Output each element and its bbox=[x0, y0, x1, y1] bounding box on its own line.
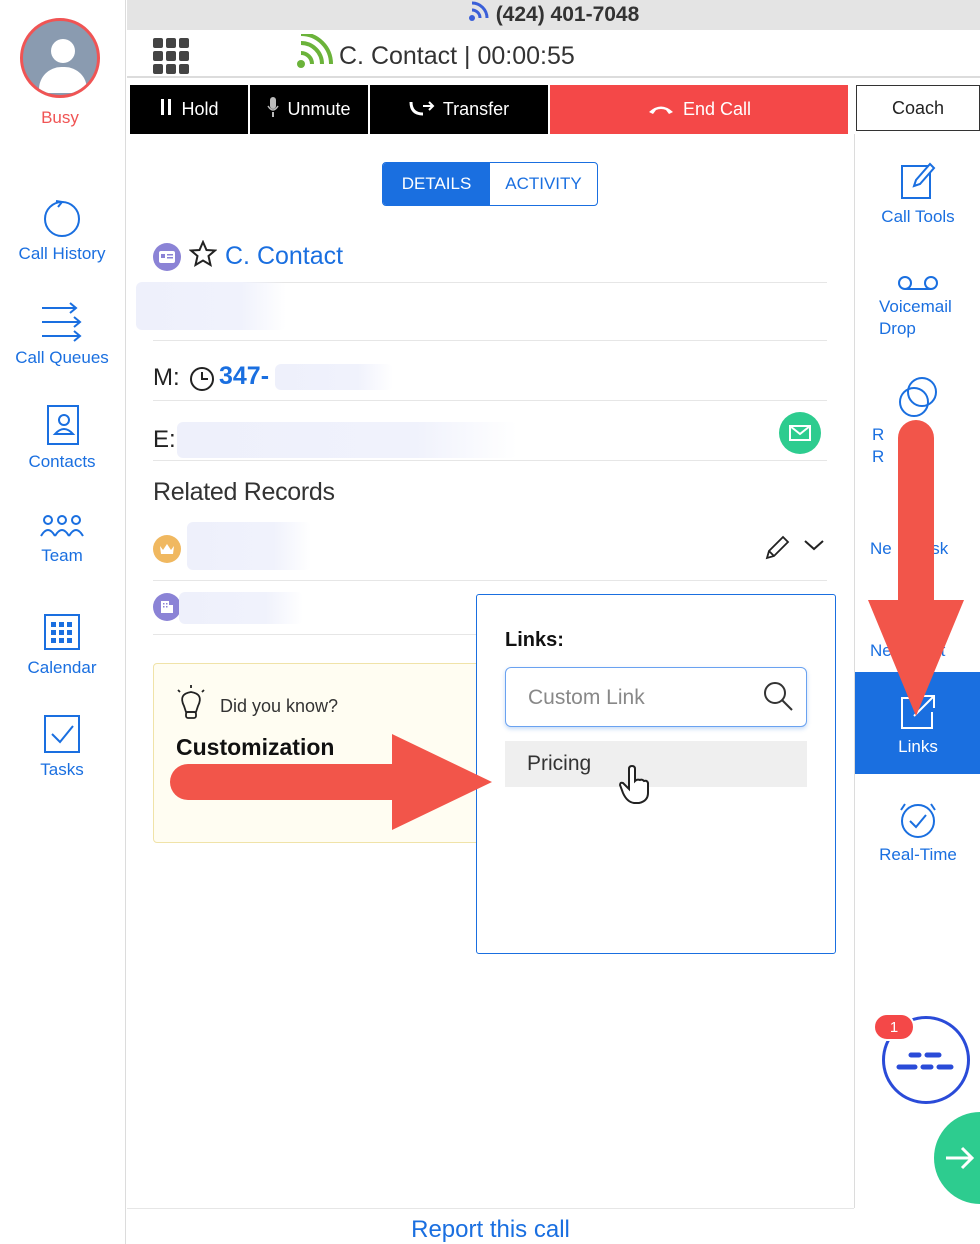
lightbulb-icon bbox=[174, 684, 208, 729]
contact-card-icon bbox=[153, 242, 181, 271]
transfer-button[interactable]: Transfer bbox=[370, 85, 548, 134]
nav-call-queues[interactable]: Call Queues bbox=[0, 300, 124, 368]
nav-calendar[interactable]: Calendar bbox=[0, 610, 124, 678]
clock-icon bbox=[189, 366, 215, 397]
call-title-bar: C. Contact | 00:00:55 bbox=[127, 30, 980, 78]
contact-name[interactable]: C. Contact bbox=[225, 242, 343, 271]
call-title-text: C. Contact | 00:00:55 bbox=[339, 42, 575, 70]
queues-icon bbox=[42, 302, 82, 342]
microphone-icon bbox=[267, 96, 280, 123]
new-event-button[interactable]: Ne ent bbox=[855, 640, 980, 662]
hangup-icon bbox=[647, 99, 675, 120]
edit-icon bbox=[901, 162, 936, 199]
call-tools-button[interactable]: Call Tools bbox=[855, 160, 980, 228]
account-icon bbox=[153, 593, 181, 621]
custom-link-search bbox=[505, 667, 807, 727]
team-icon bbox=[40, 515, 84, 537]
new-event-label: Ne ent bbox=[870, 641, 946, 660]
unmute-label: Unmute bbox=[287, 99, 351, 119]
tip-card: Did you know? Customization bbox=[153, 663, 483, 843]
hold-label: Hold bbox=[181, 99, 219, 119]
call-title: C. Contact | 00:00:55 bbox=[295, 32, 575, 71]
end-call-label: End Call bbox=[682, 99, 752, 119]
arrow-right-icon bbox=[946, 1146, 975, 1170]
links-label: Links bbox=[898, 737, 938, 756]
nav-tasks[interactable]: Tasks bbox=[0, 712, 124, 780]
nav-label: Calendar bbox=[27, 658, 97, 677]
redacted-email bbox=[177, 422, 517, 458]
user-status: Busy bbox=[41, 108, 79, 127]
unmute-button[interactable]: Unmute bbox=[250, 85, 368, 134]
voicemail-icon bbox=[898, 276, 938, 290]
tab-activity[interactable]: ACTIVITY bbox=[490, 163, 597, 205]
hold-button[interactable]: Hold bbox=[130, 85, 248, 134]
redacted-phone bbox=[275, 364, 393, 390]
nav-contacts[interactable]: Contacts bbox=[0, 404, 124, 472]
tip-question: Did you know? bbox=[220, 696, 339, 716]
related-records-icon bbox=[899, 377, 937, 417]
nav-label: Call History bbox=[18, 244, 106, 263]
voicemail-drop-label: Voicemail Drop bbox=[879, 297, 952, 338]
dialpad-icon[interactable] bbox=[153, 38, 189, 74]
envelope-icon bbox=[789, 425, 811, 441]
notification-badge: 1 bbox=[873, 1013, 915, 1041]
tasks-icon bbox=[44, 715, 80, 753]
related-records-label: Red Rds bbox=[872, 425, 926, 466]
email-label: E: bbox=[153, 426, 176, 453]
call-tools-label: Call Tools bbox=[881, 207, 955, 226]
nav-label: Contacts bbox=[28, 452, 96, 471]
detail-tabs: DETAILS ACTIVITY bbox=[382, 162, 598, 206]
contacts-icon bbox=[47, 405, 79, 445]
links-popup-title: Links: bbox=[505, 629, 564, 651]
opportunity-icon bbox=[153, 535, 181, 563]
caller-number-bar: (424) 401-7048 bbox=[127, 0, 980, 30]
end-call-button[interactable]: End Call bbox=[550, 85, 848, 134]
history-icon bbox=[44, 200, 80, 237]
external-link-icon bbox=[901, 695, 935, 729]
tab-details[interactable]: DETAILS bbox=[383, 163, 490, 205]
voicemail-drop-button[interactable]: Voicemail Drop bbox=[855, 274, 980, 340]
links-button[interactable]: Links bbox=[855, 672, 980, 774]
pencil-icon[interactable] bbox=[763, 534, 791, 567]
redacted-record bbox=[187, 522, 311, 570]
real-time-button[interactable]: Real-Time bbox=[855, 800, 980, 866]
custom-link-input[interactable] bbox=[528, 680, 758, 716]
assistant-button[interactable]: 1 bbox=[873, 1013, 970, 1104]
nav-team[interactable]: Team bbox=[0, 514, 124, 566]
avatar[interactable] bbox=[20, 18, 100, 98]
search-icon[interactable] bbox=[762, 680, 794, 717]
mobile-number[interactable]: 347- bbox=[219, 362, 269, 391]
nav-call-history[interactable]: Call History bbox=[0, 198, 124, 264]
transfer-icon bbox=[409, 98, 435, 121]
chevron-down-icon[interactable] bbox=[803, 538, 825, 557]
star-icon[interactable] bbox=[188, 239, 218, 273]
nav-label: Tasks bbox=[40, 760, 84, 779]
send-email-button[interactable] bbox=[779, 412, 821, 454]
signal-strength-icon bbox=[297, 32, 333, 68]
coach-button[interactable]: Coach bbox=[856, 85, 980, 131]
nav-label: Team bbox=[41, 546, 83, 565]
tip-title: Customization bbox=[176, 734, 335, 760]
related-records-title: Related Records bbox=[153, 478, 335, 506]
hand-cursor-icon bbox=[617, 764, 653, 810]
transfer-label: Transfer bbox=[442, 99, 510, 119]
new-task-label: Ne ask bbox=[870, 539, 949, 558]
redacted-field bbox=[136, 282, 286, 330]
signal-icon bbox=[468, 0, 492, 31]
pause-icon bbox=[159, 98, 173, 121]
caller-number: (424) 401-7048 bbox=[495, 3, 640, 27]
calendar-icon bbox=[44, 614, 80, 650]
nav-label: Call Queues bbox=[15, 348, 109, 367]
link-option-pricing[interactable]: Pricing bbox=[505, 741, 807, 787]
contact-header: C. Contact bbox=[153, 239, 343, 273]
report-call-link[interactable]: Report this call bbox=[127, 1208, 854, 1244]
redacted-account bbox=[179, 592, 303, 624]
realtime-icon bbox=[900, 803, 936, 838]
real-time-label: Real-Time bbox=[879, 845, 957, 864]
links-popup: Links: Pricing bbox=[476, 594, 836, 954]
related-records-button[interactable]: Red Rds bbox=[855, 376, 980, 468]
left-sidebar: Busy Call History Call Queues Contacts T… bbox=[0, 0, 126, 1244]
mobile-label: M: bbox=[153, 364, 180, 391]
new-task-button[interactable]: Ne ask bbox=[855, 538, 980, 560]
